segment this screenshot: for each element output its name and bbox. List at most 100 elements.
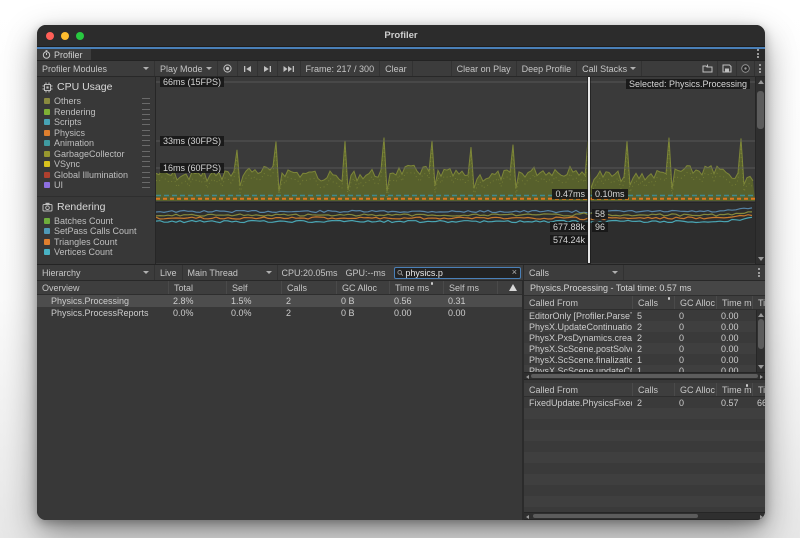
legend-item-vertices-count[interactable]: Vertices Count	[37, 247, 155, 258]
legend-item-rendering[interactable]: Rendering	[37, 107, 155, 118]
drag-handle-icon[interactable]	[142, 109, 150, 115]
legend-item-ui[interactable]: UI	[37, 180, 155, 191]
play-mode-dropdown[interactable]: Play Mode	[155, 61, 218, 76]
scroll-left-icon[interactable]	[526, 515, 529, 519]
save-profile-button[interactable]	[718, 61, 737, 76]
deep-profile-button[interactable]: Deep Profile	[517, 61, 578, 76]
column-header-time-ms[interactable]: Time ms	[389, 281, 443, 294]
column-header-called-from[interactable]: Called From	[524, 383, 632, 396]
scroll-right-icon[interactable]	[760, 515, 763, 519]
column-header-ti[interactable]: Ti	[752, 383, 765, 396]
thread-dropdown[interactable]: Main Thread	[183, 265, 278, 280]
row-cell: 0.00	[716, 355, 752, 365]
legend-item-physics[interactable]: Physics	[37, 128, 155, 139]
column-header-ti[interactable]: Ti	[752, 296, 765, 309]
legend-item-global-illumination[interactable]: Global Illumination	[37, 170, 155, 181]
column-header-overview[interactable]: Overview	[37, 281, 168, 294]
clear-search-button[interactable]: ×	[511, 268, 518, 277]
legend-item-batches-count[interactable]: Batches Count	[37, 216, 155, 227]
legend-item-vsync[interactable]: VSync	[37, 159, 155, 170]
column-header-total[interactable]: Total	[168, 281, 226, 294]
scroll-right-icon[interactable]	[760, 375, 763, 379]
module-header-cpu-usage[interactable]: CPU Usage	[37, 77, 155, 96]
legend-item-setpass-calls-count[interactable]: SetPass Calls Count	[37, 226, 155, 237]
cpu-usage-chart[interactable]	[156, 77, 755, 202]
scroll-up-icon[interactable]	[758, 80, 764, 84]
drag-handle-icon[interactable]	[142, 119, 150, 125]
scrollbar-thumb[interactable]	[533, 514, 698, 518]
hierarchy-view-dropdown[interactable]: Hierarchy	[37, 265, 155, 280]
column-header-self[interactable]: Self	[226, 281, 281, 294]
column-header-self-ms[interactable]: Self ms	[443, 281, 497, 294]
help-button[interactable]	[737, 61, 755, 76]
detail-row-fixedupdate-physicsfixed[interactable]: FixedUpdate.PhysicsFixed200.5766	[524, 397, 765, 408]
column-header-called-from[interactable]: Called From	[524, 296, 632, 309]
column-header-gc-alloc[interactable]: GC Alloc	[336, 281, 389, 294]
chart-area[interactable]: 66ms (15FPS) 33ms (30FPS) 16ms (60FPS) S…	[156, 77, 765, 264]
scroll-down-icon[interactable]	[758, 257, 764, 261]
tab-profiler[interactable]: Profiler	[37, 49, 91, 60]
load-profile-button[interactable]	[698, 61, 718, 76]
row-cell: 0.00	[389, 308, 443, 318]
scroll-down-icon[interactable]	[758, 365, 764, 369]
detail-row-physx-scscene-finalizatio[interactable]: PhysX.ScScene.finalizatio100.00	[524, 354, 765, 365]
call-stacks-dropdown[interactable]: Call Stacks	[577, 61, 642, 76]
clear-on-play-button[interactable]: Clear on Play	[452, 61, 517, 76]
drag-handle-icon[interactable]	[142, 151, 150, 157]
detail-row-editoronly-profiler-parset[interactable]: EditorOnly [Profiler.ParseT500.00	[524, 310, 765, 321]
callers-hscrollbar[interactable]	[524, 512, 765, 520]
details-menu-button[interactable]	[753, 265, 765, 280]
clear-button[interactable]: Clear	[380, 61, 413, 76]
drag-handle-icon[interactable]	[142, 130, 150, 136]
legend-item-others[interactable]: Others	[37, 96, 155, 107]
detail-row-physx-scscene-updatecc[interactable]: PhysX.ScScene.updateCC100.00	[524, 365, 765, 372]
detail-row-physx-updatecontinuatio[interactable]: PhysX.UpdateContinuatio200.00	[524, 321, 765, 332]
scrollbar-thumb[interactable]	[758, 319, 764, 349]
column-header-calls[interactable]: Calls	[632, 296, 674, 309]
current-frame-button[interactable]	[278, 61, 301, 76]
column-header-expand[interactable]	[497, 281, 522, 294]
live-toggle[interactable]: Live	[155, 265, 183, 280]
drag-handle-icon[interactable]	[142, 98, 150, 104]
legend-item-garbagecollector[interactable]: GarbageCollector	[37, 149, 155, 160]
next-frame-button[interactable]	[258, 61, 278, 76]
detail-row-physx-pxsdynamics-creat[interactable]: PhysX.PxsDynamics.creat200.00	[524, 332, 765, 343]
scrollbar-thumb[interactable]	[757, 91, 764, 129]
drag-handle-icon[interactable]	[142, 140, 150, 146]
scrollbar-thumb[interactable]	[531, 374, 758, 378]
rendering-chart[interactable]	[156, 202, 755, 263]
module-header-rendering[interactable]: Rendering	[37, 197, 155, 216]
column-header-calls[interactable]: Calls	[632, 383, 674, 396]
column-header-calls[interactable]: Calls	[281, 281, 336, 294]
profiler-modules-dropdown[interactable]: Profiler Modules	[37, 61, 155, 76]
called-from-scrollbar[interactable]	[756, 310, 765, 372]
toolbar-menu-button[interactable]	[755, 61, 765, 76]
titlebar[interactable]: Profiler	[37, 25, 765, 47]
overview-row-physics-processreports[interactable]: Physics.ProcessReports0.0%0.0%20 B0.000.…	[37, 307, 522, 319]
legend-item-animation[interactable]: Animation	[37, 138, 155, 149]
empty-row	[524, 474, 765, 485]
detail-row-physx-scscene-postsolve[interactable]: PhysX.ScScene.postSolve200.00	[524, 343, 765, 354]
called-from-table-header: Called FromCallsGC AllocTime msTi	[524, 296, 765, 310]
details-view-dropdown[interactable]: Calls	[524, 265, 624, 280]
row-cell: 0.0%	[168, 308, 226, 318]
column-header-gc-alloc[interactable]: GC Alloc	[674, 383, 716, 396]
drag-handle-icon[interactable]	[142, 172, 150, 178]
legend-item-triangles-count[interactable]: Triangles Count	[37, 237, 155, 248]
search-input[interactable]	[405, 268, 508, 278]
search-field[interactable]: ×	[394, 267, 521, 279]
drag-handle-icon[interactable]	[142, 161, 150, 167]
scroll-up-icon[interactable]	[758, 313, 764, 317]
previous-frame-button[interactable]	[238, 61, 258, 76]
drag-handle-icon[interactable]	[142, 182, 150, 188]
column-header-time-ms[interactable]: Time ms	[716, 296, 752, 309]
column-header-time-ms[interactable]: Time ms	[716, 383, 752, 396]
column-header-gc-alloc[interactable]: GC Alloc	[674, 296, 716, 309]
record-button[interactable]	[218, 61, 238, 76]
chart-scrollbar[interactable]	[755, 77, 765, 264]
scroll-left-icon[interactable]	[526, 375, 529, 379]
legend-item-scripts[interactable]: Scripts	[37, 117, 155, 128]
overview-row-physics-processing[interactable]: Physics.Processing2.8%1.5%20 B0.560.31	[37, 295, 522, 307]
called-from-hscrollbar[interactable]	[524, 372, 765, 380]
selected-frame-playhead[interactable]	[588, 77, 590, 263]
